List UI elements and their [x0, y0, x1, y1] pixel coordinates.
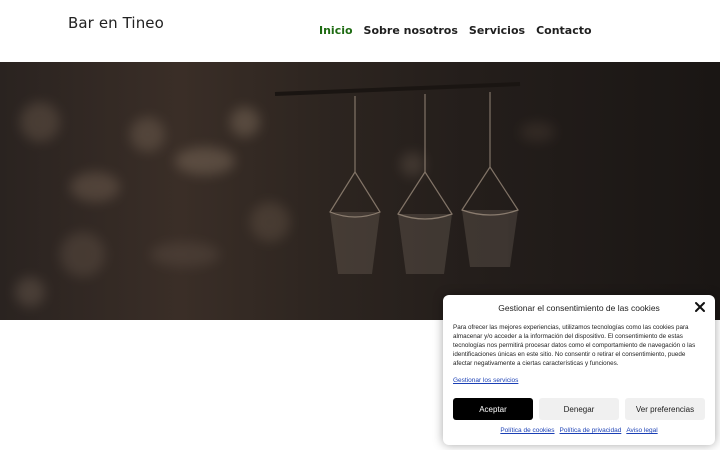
wine-glasses-graphic [274, 82, 521, 274]
site-title[interactable]: Bar en Tineo [68, 14, 164, 32]
accept-button[interactable]: Aceptar [453, 398, 533, 420]
nav-item-contacto[interactable]: Contacto [536, 24, 591, 37]
deny-button[interactable]: Denegar [539, 398, 619, 420]
privacy-policy-link[interactable]: Política de privacidad [560, 427, 622, 434]
cookie-title: Gestionar el consentimiento de las cooki… [498, 303, 660, 313]
legal-notice-link[interactable]: Aviso legal [626, 427, 657, 434]
policy-links: Política de cookies Política de privacid… [443, 427, 715, 434]
close-icon[interactable] [693, 300, 707, 314]
nav-item-inicio[interactable]: Inicio [319, 24, 353, 37]
hero-image [0, 62, 720, 320]
cookie-consent-dialog: Gestionar el consentimiento de las cooki… [443, 295, 715, 445]
site-header: Bar en Tineo Inicio Sobre nosotros Servi… [0, 0, 720, 62]
nav-item-servicios[interactable]: Servicios [469, 24, 525, 37]
cookie-policy-link[interactable]: Política de cookies [500, 427, 554, 434]
cookie-description: Para ofrecer las mejores experiencias, u… [453, 324, 696, 367]
manage-services-link[interactable]: Gestionar los servicios [453, 377, 518, 384]
main-nav: Inicio Sobre nosotros Servicios Contacto [319, 24, 592, 37]
nav-item-sobre-nosotros[interactable]: Sobre nosotros [364, 24, 458, 37]
preferences-button[interactable]: Ver preferencias [625, 398, 705, 420]
